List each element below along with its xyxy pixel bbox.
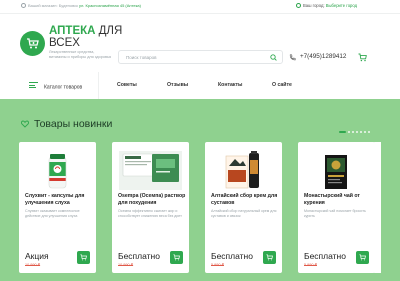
product-price: Акция (25, 251, 49, 261)
product-card[interactable]: Osempa (Осемпа) раствор для похудения Ос… (112, 142, 189, 273)
cart-icon (359, 254, 366, 261)
search-box (118, 50, 283, 64)
product-old-price: 10 990 ₽ (25, 263, 41, 267)
search-icon[interactable] (270, 54, 277, 61)
store-location-link[interactable]: ул. Краснознамённая 45 (Аптека) (79, 3, 141, 8)
product-image[interactable] (211, 148, 276, 194)
product-image[interactable] (118, 148, 183, 194)
product-card[interactable]: Слухвит - капсулы для улучшения слуха Сл… (19, 142, 96, 273)
product-name[interactable]: Osempa (Осемпа) раствор для похудения (118, 193, 188, 207)
carousel-dot[interactable] (368, 130, 370, 133)
product-image[interactable] (304, 148, 369, 194)
product-price: Бесплатно (304, 251, 346, 261)
product-card[interactable]: Алтайский сбор крем для суставов Алтайск… (205, 142, 282, 273)
logo-title-main: АПТЕКА (49, 25, 96, 37)
main-nav: Каталог товаров Советы Отзывы Контакты О… (0, 72, 400, 99)
product-price: Бесплатно (118, 251, 160, 261)
store-location: Ваший магазин: Буденовск ул. Краснознамё… (21, 3, 141, 8)
catalog-button[interactable]: Каталог товаров (29, 82, 82, 91)
cart-icon[interactable] (358, 53, 367, 62)
new-products-section: Товары новинки Слухвит - капсулы для улу… (0, 99, 400, 281)
logo-title[interactable]: АПТЕКА ДЛЯ ВСЕХ (49, 25, 124, 49)
phone-number[interactable]: +7(495)1289412 (300, 53, 346, 60)
logo-icon[interactable] (20, 31, 45, 56)
carousel-dot[interactable] (356, 130, 358, 133)
cart-icon (80, 254, 87, 261)
carousel-dot[interactable] (364, 130, 366, 133)
nav-item-contacts[interactable]: Контакты (218, 82, 242, 88)
product-image[interactable] (25, 148, 90, 194)
carousel-dot[interactable] (339, 130, 346, 133)
cart-icon (266, 254, 273, 261)
carousel-dot[interactable] (352, 130, 354, 133)
section-title: Товары новинки (34, 118, 113, 130)
product-description: Алтайский сбор натуральный крем для суст… (211, 209, 277, 218)
location-pin-icon (296, 3, 301, 8)
product-description: Слухвит оказывает комплексное действие д… (25, 209, 80, 218)
product-card-partial[interactable] (373, 142, 381, 273)
product-card[interactable]: Монастырский чай от курения Монастырский… (298, 142, 375, 273)
carousel-dot[interactable] (348, 130, 350, 133)
carousel-dot[interactable] (360, 130, 362, 133)
add-to-cart-button[interactable] (170, 251, 183, 264)
product-price: Бесплатно (211, 251, 253, 261)
product-name[interactable]: Монастырский чай от курения (304, 193, 374, 207)
city-prefix: Ваш город: (303, 3, 326, 8)
product-old-price: 5 990 ₽ (211, 263, 224, 267)
nav-item-tips[interactable]: Советы (117, 82, 137, 88)
catalog-label: Каталог товаров (44, 84, 83, 91)
top-bar: Ваший магазин: Буденовск ул. Краснознамё… (0, 0, 400, 14)
carousel-pager (339, 123, 372, 141)
add-to-cart-button[interactable] (356, 251, 369, 264)
nav-divider (98, 72, 99, 99)
product-old-price: 5 990 ₽ (304, 263, 317, 267)
site-header: АПТЕКА ДЛЯ ВСЕХ Лекарственные средства, … (0, 14, 400, 72)
add-to-cart-button[interactable] (77, 251, 90, 264)
product-name[interactable]: Алтайский сбор крем для суставов (211, 193, 281, 207)
phone-icon (289, 54, 296, 61)
add-to-cart-button[interactable] (263, 251, 276, 264)
logo-subtitle: Лекарственные средства, витамины и прибо… (49, 50, 112, 59)
nav-item-reviews[interactable]: Отзывы (167, 82, 188, 88)
choose-city-link[interactable]: Выберите город (326, 3, 357, 8)
product-old-price: 10 990 ₽ (118, 263, 134, 267)
menu-icon (29, 82, 38, 90)
product-name[interactable]: Слухвит - капсулы для улучшения слуха (25, 193, 95, 207)
heart-icon (21, 120, 29, 128)
cart-icon (173, 254, 180, 261)
store-location-prefix: Ваший магазин: Буденовск (28, 3, 80, 8)
nav-item-about[interactable]: О сайте (272, 82, 292, 88)
location-pin-icon (21, 3, 26, 8)
city-selector: Ваш город: Выберите город (296, 3, 357, 8)
search-input[interactable] (126, 54, 266, 61)
product-description: Осемпа эффективно сжигает жир и способст… (118, 209, 182, 218)
product-description: Монастырский чай помогает бросить курить (304, 209, 366, 218)
